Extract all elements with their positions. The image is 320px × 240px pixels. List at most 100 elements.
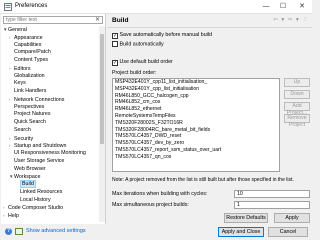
tree-item[interactable]: › Appearance [9,34,43,41]
tree-item-label: General [8,27,27,33]
build-preference-page: Build ⇦ ▾ ⇨ ▾ ⋮ ✓ Save automatically befo… [107,14,312,224]
down-button[interactable]: Down [284,90,310,99]
clear-filter-icon[interactable]: ✕ [95,17,100,23]
tree-item[interactable]: Quick Search [9,119,46,126]
tree-item-label: Globalization [14,72,45,79]
tree-item-label: Web Browser [14,165,46,172]
tree-item[interactable]: Local History [15,197,51,204]
tree-item-label: Startup and Shutdown [14,143,67,150]
page-header: Build ⇦ ▾ ⇨ ▾ ⋮ [107,14,312,28]
page-navigation-icons[interactable]: ⇦ ▾ ⇨ ▾ ⋮ [273,17,309,23]
list-item[interactable]: TMS570LC4357_report_ssm_status_over_uart [113,147,279,154]
build-order-note: Note: A project removed from the list is… [112,177,294,183]
cancel-button[interactable]: Cancel [268,227,308,237]
tree-item-label: Build [20,180,36,188]
page-title: Build [112,17,129,24]
tree-item-label: Quick Search [14,119,46,125]
max-simultaneous-input[interactable]: 1 [234,201,310,209]
list-item[interactable]: RM46L852_cm_cos [113,99,279,106]
window-title: Preferences [15,3,48,9]
tree-item[interactable]: User Storage Service [9,158,64,165]
tree-item-label: Code Composer Studio [8,205,64,212]
tree-item[interactable]: Linked Resources [15,189,62,196]
checkbox-checked-icon[interactable]: ✓ [112,60,118,66]
add-project-button[interactable]: Add Project... [284,102,310,116]
preferences-nav-panel: type filter text ✕ ▼General › Appearance Ca… [1,14,106,224]
tree-item[interactable]: Build [15,180,36,188]
tree-item-label: Keys [14,80,26,87]
list-item[interactable]: TMS570LC4357_dev_by_zero [113,140,279,147]
list-item[interactable]: MSP432E401Y_cpp11_list_initialisation_ [113,79,279,86]
tree-item[interactable]: UI Responsiveness Monitoring [9,150,86,157]
minimize-button[interactable]: — [258,0,274,14]
tree-item[interactable]: Globalization [9,73,45,80]
checkbox-checked-icon[interactable]: ✓ [112,33,118,39]
remove-project-button[interactable]: Remove Project [284,114,310,128]
help-icon[interactable]: ? [5,228,12,235]
project-build-order-list[interactable]: MSP432E401Y_cpp11_list_initialisation_ MS… [112,78,280,172]
tree-item-label: UI Responsiveness Monitoring [14,150,86,156]
tree-item-label: Content Types [14,57,49,63]
dialog-footer: ? Show advanced settings Apply and Close… [0,224,312,240]
tree-item-label: Perspectives [14,103,45,110]
tree-item-label: Network Connections [14,96,65,103]
checkbox-label: Build automatically [119,41,164,48]
tree-item-label: Editors [14,65,31,72]
tree-item[interactable]: › Startup and Shutdown [9,142,66,149]
list-item[interactable]: TMS570LC4357_DWD_reset [113,133,279,140]
build-automatically-checkbox[interactable]: Build automatically [112,41,164,48]
tree-item[interactable]: › Editors [9,65,31,72]
list-item[interactable]: MSP432E401Y_cpp_list_initialisation [113,86,279,93]
tree-item[interactable]: Perspectives [9,104,44,111]
tree-item-label: Link Handlers [14,88,47,94]
tree-item[interactable]: › Help [3,212,19,219]
tree-item-label: Compare/Patch [14,49,51,56]
tree-item[interactable]: › Network Connections [9,96,64,103]
filter-placeholder: type filter text [6,17,37,23]
tree-item-label: Project Natures [14,111,51,118]
restore-defaults-button[interactable]: Restore Defaults [224,213,268,223]
tree-item[interactable]: Search [9,127,31,134]
tree-scrollbar[interactable] [99,26,105,222]
preferences-app-icon [4,3,12,11]
up-button[interactable]: Up [284,78,310,87]
tree-item[interactable]: ▼General [3,26,27,33]
advanced-settings-icon[interactable] [15,228,23,235]
save-automatically-checkbox[interactable]: ✓ Save automatically before manual build [112,32,212,39]
tree-item-label: Capabilities [14,41,42,48]
max-iterations-input[interactable]: 10 [234,190,310,198]
tree-item[interactable]: › Security [9,135,33,142]
checkbox-unchecked-icon[interactable] [112,41,118,47]
close-button[interactable]: ✕ [294,0,310,14]
tree-item[interactable]: Content Types [9,57,48,64]
filter-input[interactable]: type filter text ✕ [3,16,103,24]
build-order-label: Project build order: [112,70,157,76]
list-item[interactable]: RM46L852_ethernet [113,106,279,113]
list-item[interactable]: TMS570LC4357_qn_cos [113,154,279,161]
checkbox-label: Use default build order [119,59,173,65]
tree-item[interactable]: Link Handlers [9,88,46,95]
tree-item-label: Linked Resources [20,188,63,195]
tree-item[interactable]: › Code Composer Studio [3,204,63,211]
list-item[interactable]: TMS320F28002S_F32TO16R [113,120,279,127]
title-bar: Preferences — ☐ ✕ [0,0,312,14]
list-item[interactable]: RM46L850_GCC_halcogen_cpp [113,93,279,100]
tree-item-label: Search [14,126,31,133]
maximize-button[interactable]: ☐ [275,0,291,14]
apply-and-close-button[interactable]: Apply and Close [218,227,264,237]
tree-item-label: Security [14,135,34,142]
tree-item[interactable]: Project Natures [9,111,51,118]
scrollbar-thumb[interactable] [100,34,104,144]
max-simultaneous-label: Max simultaneous project builds: [112,202,189,208]
list-item[interactable]: TMS320F28004RC_bare_metal_bit_fields [113,127,279,134]
show-advanced-settings-link[interactable]: Show advanced settings [26,228,86,234]
tree-item[interactable]: Keys [9,80,26,87]
tree-item[interactable]: Capabilities [9,42,41,49]
tree-item[interactable]: Compare/Patch [9,49,51,56]
tree-item-label: Local History [20,196,51,203]
tree-item[interactable]: Web Browser [9,166,46,173]
list-item[interactable]: RemoteSystemsTempFiles [113,113,279,120]
use-default-build-order-checkbox[interactable]: ✓ Use default build order [112,59,173,66]
apply-button[interactable]: Apply [274,213,310,223]
checkbox-label: Save automatically before manual build [119,32,212,38]
